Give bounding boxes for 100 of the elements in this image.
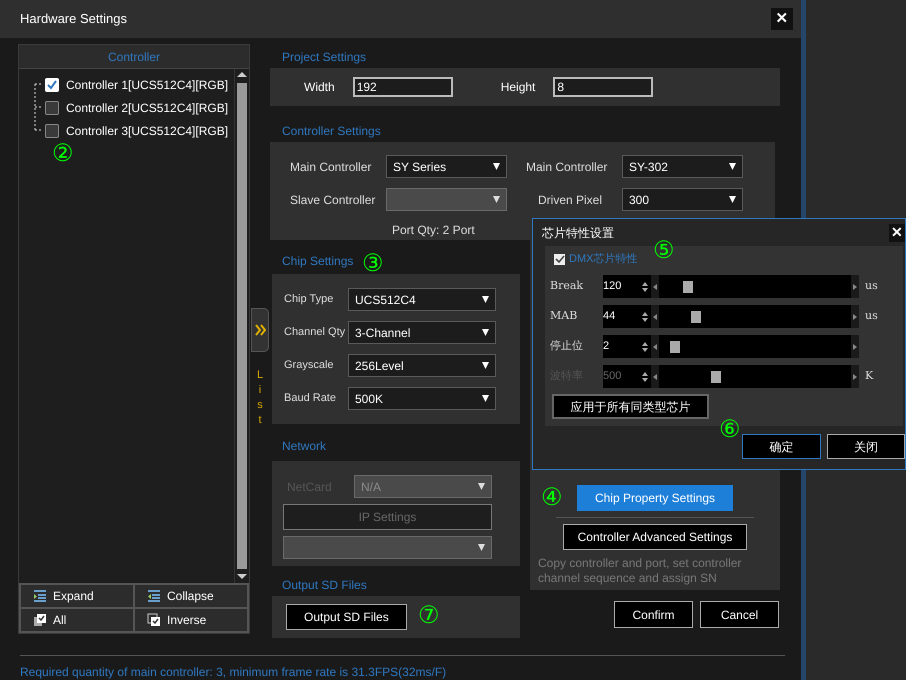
tree-item[interactable]: Controller 1[UCS512C4][RGB] — [66, 76, 228, 94]
annotation-number: ⑦ — [418, 603, 440, 627]
annotation-number: ⑥ — [719, 417, 741, 441]
left-arrow-icon — [652, 342, 658, 350]
left-arrow-icon — [652, 282, 658, 290]
right-arrow-icon — [852, 312, 858, 320]
annotation-number: ② — [52, 141, 74, 165]
list-indent-icon — [147, 589, 161, 603]
port-quantity: Port Qty: 2 Port — [392, 223, 475, 237]
section-title: Controller Settings — [282, 124, 381, 138]
field-label: Chip Type — [284, 292, 334, 308]
field-label: Driven Pixel — [537, 192, 604, 208]
caret-icon — [482, 362, 489, 369]
dialog-button[interactable]: 关闭 — [826, 434, 905, 459]
tree-action-button[interactable]: All — [21, 609, 133, 631]
slider-thumb[interactable] — [670, 341, 680, 353]
spin-field[interactable]: 120 — [603, 275, 651, 298]
section-title: Project Settings — [282, 50, 366, 64]
description-text: Copy controller and port, set controller channel sequence and assign SN — [537, 556, 742, 586]
checkbox[interactable] — [45, 100, 59, 114]
annotation-number: ③ — [362, 251, 384, 275]
tree-item[interactable]: Controller 2[UCS512C4][RGB] — [66, 98, 228, 116]
right-arrow-icon — [852, 372, 858, 380]
field-label: Width — [304, 79, 335, 96]
spin-arrows-icon — [641, 310, 649, 322]
panel-header: Controller — [19, 45, 249, 69]
checkbox-stack-icon — [147, 613, 161, 627]
right-arrow-icon — [852, 282, 858, 290]
dropdown[interactable]: SY Series — [386, 155, 507, 178]
unit-label: us — [865, 278, 878, 294]
checkbox-label: DMX芯片特性 — [569, 252, 638, 267]
close-button[interactable]: ✕ — [771, 8, 793, 30]
check-icon — [46, 78, 58, 90]
caret-icon — [482, 296, 489, 303]
right-arrow-icon — [852, 342, 858, 350]
caret-icon — [482, 395, 489, 402]
tree-item[interactable]: Controller 3[UCS512C4][RGB] — [66, 122, 228, 140]
unit-label: K — [865, 368, 874, 384]
left-arrow-icon — [652, 372, 658, 380]
tree-action-button[interactable]: Collapse — [135, 585, 247, 607]
dropdown[interactable]: 3-Channel — [348, 321, 496, 344]
caret-icon — [478, 544, 485, 551]
tree-action-button[interactable]: Inverse — [135, 609, 247, 631]
annotation-number: ④ — [541, 485, 563, 509]
close-button[interactable]: ✕ — [889, 224, 905, 242]
input-field[interactable]: 8 — [553, 77, 654, 97]
field-label: Grayscale — [284, 358, 334, 374]
section-title: Chip Settings — [282, 254, 354, 268]
check-icon — [554, 254, 564, 264]
checkbox[interactable] — [45, 124, 59, 138]
dialog-button[interactable]: Cancel — [700, 601, 779, 628]
param-label: MAB — [550, 308, 578, 324]
caret-icon — [493, 163, 500, 170]
spin-arrows-icon — [641, 280, 649, 292]
checkbox-stack-icon — [33, 613, 47, 627]
scrollbar-thumb[interactable] — [237, 83, 247, 569]
field-label: Height — [500, 79, 536, 96]
unit-label: us — [865, 308, 878, 324]
spin-field[interactable]: 44 — [603, 305, 651, 328]
param-label: 停止位 — [550, 338, 584, 354]
section-title: Output SD Files — [282, 578, 367, 592]
dialog-button[interactable]: Confirm — [614, 601, 693, 628]
advanced-settings-button[interactable]: Controller Advanced Settings — [563, 524, 747, 550]
slider-thumb[interactable] — [683, 281, 694, 293]
list-indent-icon — [33, 589, 47, 603]
tree-action-button[interactable]: Expand — [21, 585, 133, 607]
apply-all-button[interactable]: 应用于所有同类型芯片 — [552, 394, 709, 419]
list-toggle-button[interactable] — [251, 308, 269, 352]
section-title: Network — [282, 439, 326, 453]
dialog-title: 芯片特性设置 — [542, 224, 614, 242]
slider-thumb[interactable] — [690, 311, 701, 323]
field-label: Slave Controller — [290, 192, 376, 208]
checkbox[interactable] — [554, 254, 565, 264]
caret-icon — [729, 163, 736, 170]
caret-icon — [478, 483, 485, 490]
chip-property-button[interactable]: Chip Property Settings — [577, 485, 733, 511]
dropdown[interactable]: SY-302 — [622, 155, 743, 178]
left-arrow-icon — [652, 312, 658, 320]
caret-icon — [482, 329, 489, 336]
field-label: Baud Rate — [284, 391, 336, 406]
caret-icon — [493, 196, 500, 203]
dropdown[interactable]: UCS512C4 — [348, 288, 496, 311]
status-text: Required quantity of main controller: 3, minimum frame rate is 31.3FPS(32ms/F) — [20, 665, 446, 679]
dialog-button[interactable]: 确定 — [742, 434, 820, 459]
dropdown[interactable]: 256Level — [348, 354, 496, 377]
checkbox[interactable] — [45, 78, 59, 92]
caret-icon — [729, 196, 736, 203]
dropdown[interactable]: 300 — [622, 188, 743, 211]
window-title: Hardware Settings — [20, 10, 127, 28]
input-field[interactable]: 192 — [352, 77, 453, 97]
field-label: Main Controller — [525, 158, 608, 176]
spin-arrows-icon — [641, 340, 649, 352]
annotation-number: ⑤ — [653, 238, 675, 262]
field-label: Main Controller — [290, 158, 372, 176]
dropdown[interactable]: 500K — [348, 387, 496, 410]
field-label: Channel Qty — [284, 325, 346, 340]
output-sd-button[interactable]: Output SD Files — [286, 604, 407, 630]
spin-field[interactable]: 2 — [603, 335, 651, 358]
double-chevron-icon — [254, 323, 266, 337]
spin-arrows-icon — [641, 370, 649, 382]
